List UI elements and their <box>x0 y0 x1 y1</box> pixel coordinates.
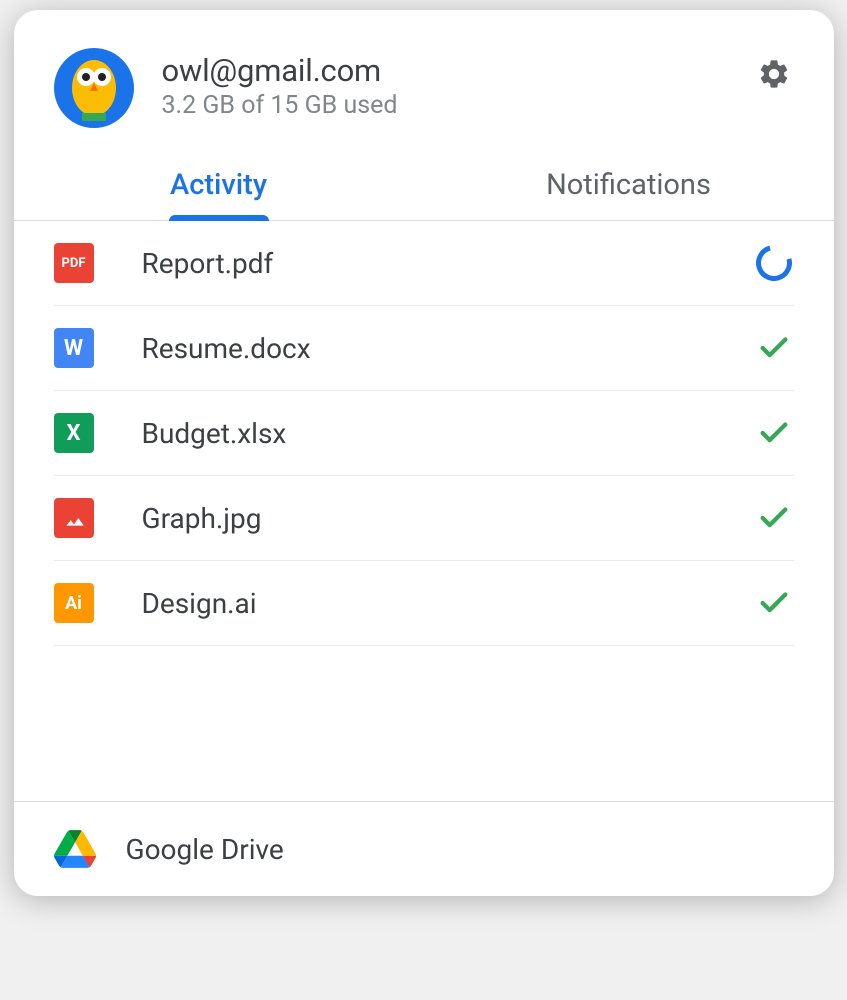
settings-button[interactable] <box>754 54 794 94</box>
file-row[interactable]: Ai Design.ai <box>54 561 794 646</box>
checkmark-icon <box>754 328 794 368</box>
file-list: PDF Report.pdf W Resume.docx X Budget.xl… <box>14 221 834 801</box>
tab-label: Notifications <box>546 168 711 202</box>
google-drive-icon <box>54 830 96 868</box>
file-name: Graph.jpg <box>142 502 754 535</box>
file-name: Report.pdf <box>142 247 754 280</box>
avatar[interactable] <box>54 48 134 128</box>
checkmark-icon <box>754 583 794 623</box>
tab-label: Activity <box>170 168 267 202</box>
footer[interactable]: Google Drive <box>14 801 834 896</box>
checkmark-icon <box>754 413 794 453</box>
owl-avatar-icon <box>64 53 124 123</box>
tab-bar: Activity Notifications <box>14 152 834 221</box>
storage-usage: 3.2 GB of 15 GB used <box>162 91 754 120</box>
file-name: Design.ai <box>142 587 754 620</box>
file-name: Resume.docx <box>142 332 754 365</box>
file-name: Budget.xlsx <box>142 417 754 450</box>
file-row[interactable]: PDF Report.pdf <box>54 221 794 306</box>
loading-spinner-icon <box>754 243 794 283</box>
illustrator-icon: Ai <box>54 583 94 623</box>
account-info: owl@gmail.com 3.2 GB of 15 GB used <box>162 48 754 120</box>
footer-label: Google Drive <box>126 833 284 866</box>
excel-icon: X <box>54 413 94 453</box>
tab-notifications[interactable]: Notifications <box>424 152 834 220</box>
gear-icon <box>757 57 791 91</box>
checkmark-icon <box>754 498 794 538</box>
account-header: owl@gmail.com 3.2 GB of 15 GB used <box>14 10 834 152</box>
file-row[interactable]: X Budget.xlsx <box>54 391 794 476</box>
tab-activity[interactable]: Activity <box>14 152 424 220</box>
file-row[interactable]: Graph.jpg <box>54 476 794 561</box>
file-row[interactable]: W Resume.docx <box>54 306 794 391</box>
account-email: owl@gmail.com <box>162 52 754 89</box>
pdf-icon: PDF <box>54 243 94 283</box>
drive-panel: owl@gmail.com 3.2 GB of 15 GB used Activ… <box>14 10 834 896</box>
word-icon: W <box>54 328 94 368</box>
image-icon <box>54 498 94 538</box>
